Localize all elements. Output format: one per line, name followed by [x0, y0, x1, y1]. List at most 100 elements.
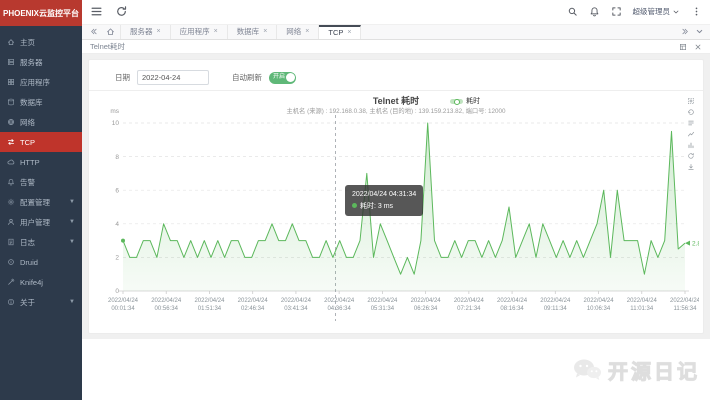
sidebar-item-label: 网络 — [20, 117, 35, 128]
auto-refresh-toggle[interactable]: 开启 — [269, 72, 296, 84]
sidebar-item-server[interactable]: 服务器 — [0, 52, 82, 72]
tab-label: 服务器 — [130, 26, 153, 37]
tab-TCP[interactable]: TCP× — [319, 25, 361, 39]
data-zoom-icon[interactable] — [687, 97, 695, 105]
sidebar-item-alert[interactable]: 告警 — [0, 172, 82, 192]
toggle-knob — [286, 73, 295, 82]
svg-text:05:31:34: 05:31:34 — [371, 306, 395, 312]
bar-chart-icon[interactable] — [687, 141, 695, 149]
svg-text:11:01:34: 11:01:34 — [630, 306, 654, 312]
gear-icon — [7, 198, 15, 206]
sidebar-item-logs[interactable]: 日志▼ — [0, 232, 82, 252]
bell-icon — [7, 178, 15, 186]
sidebar-item-network[interactable]: 网络 — [0, 112, 82, 132]
tab-服务器[interactable]: 服务器 × — [121, 25, 171, 39]
sidebar-item-http[interactable]: HTTP — [0, 152, 82, 172]
chevrons-left-icon — [89, 27, 98, 36]
svg-text:10:06:34: 10:06:34 — [587, 306, 611, 312]
svg-text:2022/04/24: 2022/04/24 — [151, 298, 182, 304]
sidebar-item-database[interactable]: 数据库 — [0, 92, 82, 112]
sidebar-item-knife4j[interactable]: Knife4j — [0, 272, 82, 292]
svg-text:2022/04/24: 2022/04/24 — [108, 298, 139, 304]
user-name: 超级管理员 — [633, 6, 671, 17]
network-icon — [7, 118, 15, 126]
sidebar-item-label: 主页 — [20, 37, 35, 48]
sidebar-item-about[interactable]: 关于▼ — [0, 292, 82, 312]
chart-legend[interactable]: 耗时 — [450, 96, 480, 106]
svg-text:4: 4 — [115, 221, 119, 228]
sidebar-item-label: Knife4j — [20, 278, 43, 287]
sidebar-item-label: 日志 — [20, 237, 35, 248]
svg-text:10: 10 — [112, 121, 120, 128]
chevron-down-icon — [695, 27, 704, 36]
tab-close-icon[interactable]: × — [263, 28, 267, 35]
chevrons-right-icon — [681, 27, 690, 36]
sidebar-item-app[interactable]: 应用程序 — [0, 72, 82, 92]
refresh-icon[interactable] — [115, 5, 128, 18]
svg-text:2022/04/24: 2022/04/24 — [670, 298, 699, 304]
filter-form: 日期 自动刷新 开启 — [95, 65, 697, 90]
sidebar-item-druid[interactable]: Druid — [0, 252, 82, 272]
tab-list: 服务器×应用程序×数据库×网络×TCP× — [121, 25, 678, 39]
sidebar-item-label: TCP — [20, 138, 35, 147]
tab-数据库[interactable]: 数据库× — [228, 25, 278, 39]
more-icon[interactable] — [691, 6, 702, 17]
tabs-scroll-left-button[interactable] — [86, 25, 100, 39]
tab-应用程序[interactable]: 应用程序× — [171, 25, 228, 39]
svg-text:2022/04/24: 2022/04/24 — [238, 298, 269, 304]
bell-icon[interactable] — [589, 6, 600, 17]
sidebar-item-config[interactable]: 配置管理 ▼ — [0, 192, 82, 212]
http-icon — [7, 158, 15, 166]
svg-text:04:36:34: 04:36:34 — [327, 306, 351, 312]
fullscreen-icon[interactable] — [611, 6, 622, 17]
app-window: PHOENIX云监控平台 主页服务器应用程序数据库网络TCPHTTP告警配置管理… — [0, 0, 710, 400]
svg-text:01:51:34: 01:51:34 — [198, 306, 222, 312]
home-tab[interactable] — [100, 25, 121, 39]
line-chart-icon[interactable] — [687, 130, 695, 138]
data-view-icon[interactable] — [687, 119, 695, 127]
toggle-state-label: 开启 — [273, 74, 285, 80]
sidebar-item-label: 应用程序 — [20, 77, 50, 88]
svg-text:6: 6 — [115, 188, 119, 195]
sidebar-item-users[interactable]: 用户管理▼ — [0, 212, 82, 232]
svg-text:2.85: 2.85 — [692, 241, 699, 248]
tab-网络[interactable]: 网络 × — [277, 25, 319, 39]
svg-text:02:46:34: 02:46:34 — [241, 306, 265, 312]
svg-text:09:11:34: 09:11:34 — [544, 306, 568, 312]
tab-label: 网络 — [286, 26, 301, 37]
save-image-icon[interactable] — [687, 163, 695, 171]
content-area: 日期 自动刷新 开启 0246810ms2022/04/2400:01:3420… — [82, 54, 710, 339]
svg-text:00:01:34: 00:01:34 — [111, 306, 135, 312]
wechat-icon — [572, 358, 602, 382]
tab-close-icon[interactable]: × — [157, 28, 161, 35]
caret-down-icon: ▼ — [69, 199, 75, 205]
tab-close-icon[interactable]: × — [305, 28, 309, 35]
window-layout-icon[interactable] — [679, 43, 687, 51]
svg-text:0: 0 — [115, 289, 119, 296]
close-icon[interactable] — [694, 43, 702, 51]
data-zoom-reset-icon[interactable] — [687, 108, 695, 116]
collapse-sidebar-icon[interactable] — [90, 5, 103, 18]
restore-icon[interactable] — [687, 152, 695, 160]
sidebar-item-tcp[interactable]: TCP — [0, 132, 82, 152]
sidebar-item-label: 告警 — [20, 177, 35, 188]
tab-close-icon[interactable]: × — [214, 28, 218, 35]
tab-close-icon[interactable]: × — [347, 29, 351, 36]
chart-subtitle: 主机名 (来源) : 192.168.0.38, 主机名 (目的地) : 139… — [95, 106, 697, 115]
svg-text:2022/04/24: 2022/04/24 — [540, 298, 571, 304]
svg-text:2022/04/24: 2022/04/24 — [281, 298, 312, 304]
user-menu[interactable]: 超级管理员 — [633, 6, 681, 17]
svg-text:00:56:34: 00:56:34 — [155, 306, 179, 312]
chart-canvas: 0246810ms2022/04/2400:01:342022/04/2400:… — [95, 93, 699, 331]
tabs-scroll-right-button[interactable] — [678, 27, 692, 36]
caret-down-icon: ▼ — [69, 219, 75, 225]
sidebar-item-label: 配置管理 — [20, 197, 50, 208]
sidebar-item-home[interactable]: 主页 — [0, 32, 82, 52]
date-label: 日期 — [115, 72, 130, 83]
search-icon[interactable] — [567, 6, 578, 17]
date-input[interactable] — [137, 70, 209, 85]
tabs-menu-button[interactable] — [692, 27, 706, 36]
home-icon — [106, 27, 115, 36]
svg-text:03:41:34: 03:41:34 — [284, 306, 308, 312]
telnet-card: 日期 自动刷新 开启 0246810ms2022/04/2400:01:3420… — [88, 59, 704, 334]
